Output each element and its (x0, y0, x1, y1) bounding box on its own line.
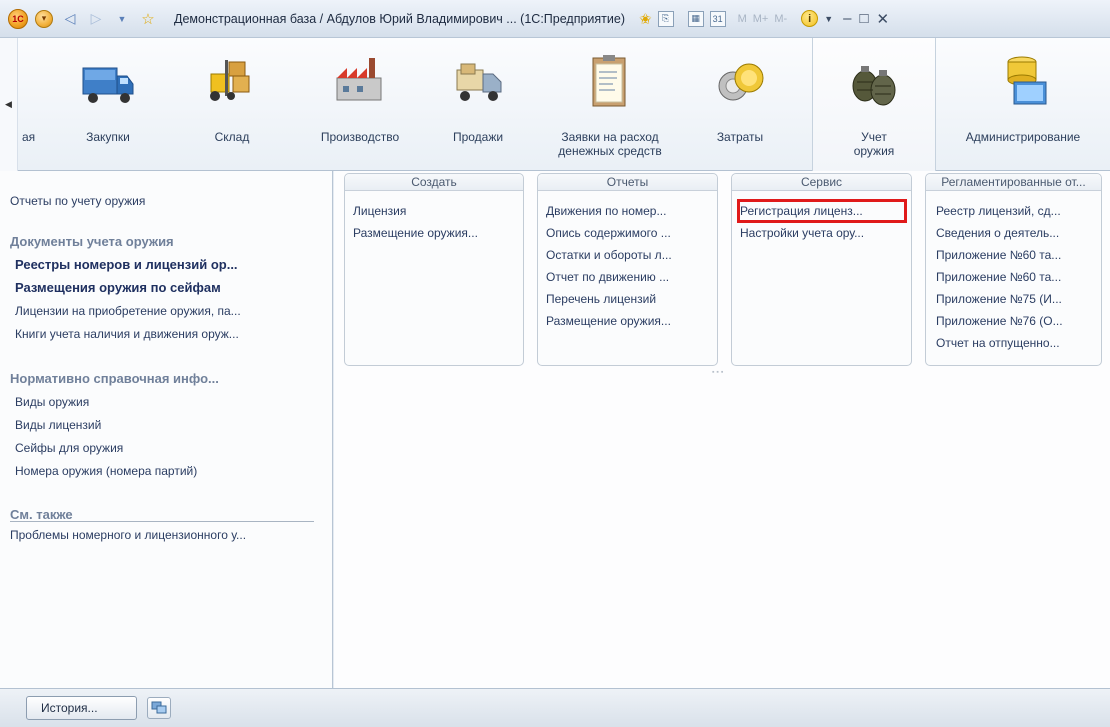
window-title: Демонстрационная база / Абдулов Юрий Вла… (174, 11, 626, 26)
group-service: Сервис Регистрация лиценз... Настройки у… (731, 173, 912, 366)
section-sales[interactable]: Продажи (438, 38, 518, 171)
nav-item-weapon-numbers[interactable]: Номера оружия (номера партий) (15, 464, 197, 478)
title-bar: 1С ▾ ◁ ▷ ▼ ☆ Демонстрационная база / Абд… (0, 0, 1110, 38)
regulated-released-report-link[interactable]: Отчет на отпущенно... (936, 336, 1060, 350)
history-button[interactable]: История... (26, 696, 137, 720)
nav-item-licenses[interactable]: Лицензии на приобретение оружия, па... (15, 304, 241, 318)
command-panel: Создать Лицензия Размещение оружия... От… (334, 171, 1110, 688)
report-movements-link[interactable]: Движения по номер... (546, 204, 666, 218)
group-reports: Отчеты Движения по номер... Опись содерж… (537, 173, 718, 366)
sections-panel: ◀ ая Закупки Склад Производство Продажи … (0, 38, 1110, 171)
maximize-button[interactable]: □ (859, 10, 868, 27)
report-movement-link[interactable]: Отчет по движению ... (546, 270, 669, 284)
calculator-icon[interactable]: ▦ (687, 10, 704, 27)
group-reports-title: Отчеты (538, 174, 717, 191)
report-inventory-link[interactable]: Опись содержимого ... (546, 226, 671, 240)
delivery-van-icon (456, 63, 502, 101)
group-create: Создать Лицензия Размещение оружия... (344, 173, 524, 366)
create-placement-link[interactable]: Размещение оружия... (353, 226, 478, 240)
create-license-link[interactable]: Лицензия (353, 204, 406, 218)
info-icon[interactable]: i (801, 10, 819, 27)
weapon-reports-link[interactable]: Отчеты по учету оружия (10, 194, 145, 208)
links-icon[interactable]: ⎘ (657, 10, 674, 27)
section-label: Учет оружия (853, 130, 895, 158)
group-regulated-reports: Регламентированные от... Реестр лицензий… (925, 173, 1102, 366)
group-service-title: Сервис (732, 174, 911, 191)
regulated-activity-info-link[interactable]: Сведения о деятель... (936, 226, 1059, 240)
section-weapons-accounting[interactable]: Учет оружия (812, 38, 936, 171)
calendar-icon[interactable]: 31 (709, 10, 726, 27)
group-create-title: Создать (345, 174, 523, 191)
truck-icon (82, 67, 134, 103)
report-license-list-link[interactable]: Перечень лицензий (546, 292, 656, 306)
info-dropdown-icon[interactable]: ▼ (824, 14, 833, 24)
favorite-star-icon[interactable]: ☆ (138, 9, 158, 29)
documents-header: Документы учета оружия (10, 234, 174, 249)
nav-item-safes[interactable]: Сейфы для оружия (15, 441, 123, 455)
section-label: Заявки на расход денежных средств (558, 130, 662, 158)
group-regulated-title: Регламентированные от... (926, 174, 1101, 191)
section-label: ая (22, 130, 36, 144)
status-bar: История... (0, 688, 1110, 727)
regulated-license-registry-link[interactable]: Реестр лицензий, сд... (936, 204, 1061, 218)
coins-icon (718, 63, 764, 101)
navigation-panel: Отчеты по учету оружия Документы учета о… (0, 171, 333, 688)
main-area: Отчеты по учету оружия Документы учета о… (0, 171, 1110, 688)
section-production[interactable]: Производство (310, 38, 410, 171)
section-partial[interactable]: ая (18, 38, 58, 171)
nav-item-weapon-types[interactable]: Виды оружия (15, 395, 89, 409)
memory-plus-button[interactable]: M+ (753, 13, 769, 25)
nav-item-account-books[interactable]: Книги учета наличия и движения оруж... (15, 327, 239, 341)
regulated-appendix-76-link[interactable]: Приложение №76 (О... (936, 314, 1063, 328)
forward-arrow-icon[interactable]: ▷ (86, 9, 106, 29)
clipboard-icon (592, 55, 626, 107)
database-computer-icon (1007, 56, 1047, 105)
windows-list-icon[interactable] (147, 697, 171, 719)
service-settings-link[interactable]: Настройки учета ору... (740, 226, 864, 240)
section-label: Производство (320, 130, 400, 144)
see-also-divider (10, 521, 314, 522)
memory-minus-button[interactable]: M- (774, 13, 787, 25)
see-also-header: См. также (10, 507, 73, 522)
nav-item-registers[interactable]: Реестры номеров и лицензий ор... (15, 257, 238, 272)
memory-m-button[interactable]: M (738, 13, 747, 25)
regulated-appendix-60a-link[interactable]: Приложение №60 та... (936, 248, 1061, 262)
scroll-left-icon[interactable]: ◀ (0, 38, 18, 171)
main-menu-button[interactable]: ▾ (34, 9, 54, 29)
back-arrow-icon[interactable]: ◁ (60, 9, 80, 29)
section-label: Склад (214, 130, 250, 144)
report-balances-link[interactable]: Остатки и обороты л... (546, 248, 672, 262)
highlight-box (737, 199, 907, 223)
section-administration[interactable]: Администрирование (936, 38, 1110, 171)
forklift-icon (210, 60, 250, 101)
section-warehouse[interactable]: Склад (192, 38, 272, 171)
history-dropdown-icon[interactable]: ▼ (112, 9, 132, 29)
section-label: Администрирование (965, 130, 1081, 144)
section-label: Продажи (452, 130, 504, 144)
app-logo-icon[interactable]: 1С (8, 8, 28, 29)
regulated-appendix-75-link[interactable]: Приложение №75 (И... (936, 292, 1062, 306)
section-costs[interactable]: Затраты (700, 38, 780, 171)
section-label: Затраты (716, 130, 764, 144)
section-label: Закупки (86, 130, 130, 144)
minimize-button[interactable]: – (843, 10, 851, 27)
grenades-icon (852, 66, 896, 106)
close-button[interactable]: ✕ (877, 10, 890, 28)
section-purchases[interactable]: Закупки (68, 38, 148, 171)
nav-item-license-types[interactable]: Виды лицензий (15, 418, 101, 432)
report-placement-link[interactable]: Размещение оружия... (546, 314, 671, 328)
section-expense-requests[interactable]: Заявки на расход денежных средств (545, 38, 675, 171)
nav-item-safe-placements[interactable]: Размещения оружия по сейфам (15, 280, 221, 295)
splitter-grip-horizontal[interactable]: ▪ ▪ ▪ (712, 369, 723, 376)
regulated-appendix-60b-link[interactable]: Приложение №60 та... (936, 270, 1061, 284)
factory-icon (336, 58, 382, 101)
reference-header: Нормативно справочная инфо... (10, 371, 219, 386)
nav-item-problems[interactable]: Проблемы номерного и лицензионного у... (10, 528, 246, 542)
favorites-icon[interactable]: ✬ (639, 10, 652, 28)
